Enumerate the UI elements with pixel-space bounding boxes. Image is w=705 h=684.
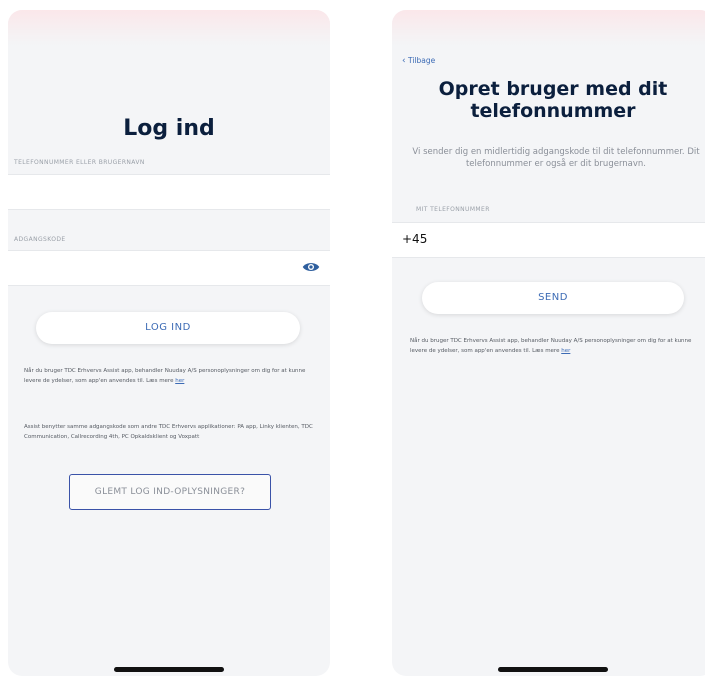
password-label: ADGANGSKODE [14, 236, 66, 243]
password-field[interactable] [8, 250, 330, 286]
login-screen: Log ind TELEFONNUMMER ELLER BRUGERNAVN A… [8, 10, 330, 676]
phone-prefix: +45 [402, 232, 428, 246]
signup-screen: ‹ Tilbage Opret bruger med dit telefonnu… [392, 10, 705, 676]
chevron-left-icon: ‹ [402, 56, 406, 66]
back-label: Tilbage [408, 56, 436, 65]
status-bar [8, 10, 330, 46]
privacy-text: Når du bruger TDC Erhvervs Assist app, b… [410, 338, 692, 354]
signup-description: Vi sender dig en midlertidig adgangskode… [412, 147, 700, 169]
username-label: TELEFONNUMMER ELLER BRUGERNAVN [14, 159, 145, 166]
send-button[interactable]: SEND [422, 282, 684, 314]
forgot-login-button[interactable]: GLEMT LOG IND-OPLYSNINGER? [69, 474, 271, 510]
username-field[interactable] [8, 174, 330, 210]
privacy-notice: Når du bruger TDC Erhvervs Assist app, b… [24, 366, 318, 386]
eye-icon[interactable] [302, 260, 320, 274]
privacy-link[interactable]: her [175, 378, 184, 384]
privacy-text: Når du bruger TDC Erhvervs Assist app, b… [24, 368, 306, 384]
home-indicator [114, 667, 224, 672]
shared-password-notice: Assist benytter samme adgangskode som an… [24, 424, 313, 440]
phone-field[interactable]: +45 [392, 222, 705, 258]
privacy-notice: Når du bruger TDC Erhvervs Assist app, b… [410, 336, 700, 356]
phone-label: MIT TELEFONNUMMER [416, 206, 490, 213]
login-button[interactable]: LOG IND [36, 312, 300, 344]
privacy-link[interactable]: her [561, 348, 570, 354]
home-indicator [498, 667, 608, 672]
page-title: Opret bruger med dit telefonnummer [438, 78, 668, 122]
back-button[interactable]: ‹ Tilbage [402, 56, 435, 66]
page-title: Log ind [123, 116, 215, 141]
status-bar [392, 10, 705, 46]
